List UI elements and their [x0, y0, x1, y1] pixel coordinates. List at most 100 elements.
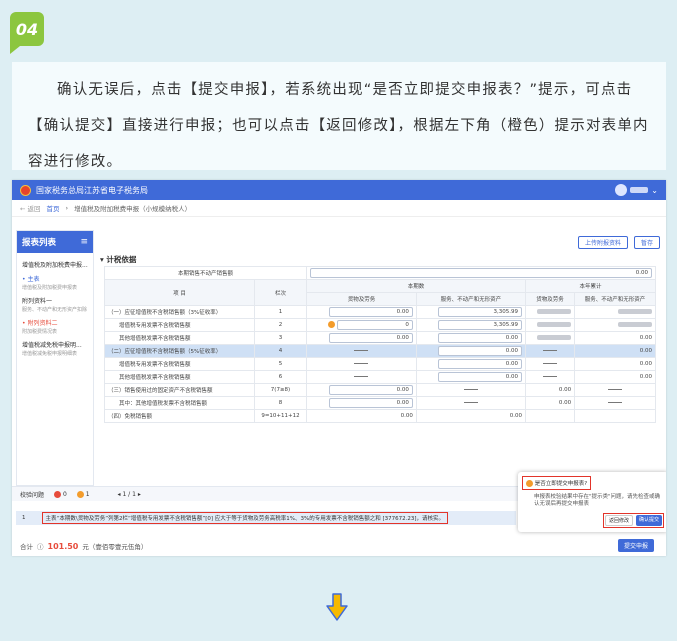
- table-cell: [574, 318, 656, 332]
- table-cell: 0: [306, 318, 417, 332]
- table-cell: （三）销售使用过的固定资产不含税销售额: [104, 383, 255, 397]
- table-cell: 8: [254, 396, 307, 410]
- services-input[interactable]: 0.00: [437, 333, 522, 343]
- table-cell: 3,305.99: [415, 318, 526, 332]
- redacted-value: [537, 321, 572, 327]
- step-badge: 04: [10, 12, 44, 54]
- down-arrow-icon: [326, 593, 348, 621]
- pager[interactable]: ◂ 1 / 1 ▸: [118, 491, 141, 498]
- table-cell[interactable]: 0.00: [306, 266, 656, 280]
- sidebar-item-exemption[interactable]: 增值税减免税申报明... 增值税减免税申报明细表: [17, 339, 93, 361]
- avatar: [615, 184, 628, 196]
- table-cell: [524, 357, 576, 371]
- chevron-down-icon: ⌄: [651, 185, 658, 195]
- table-row: （二）应征增值税不含税销售额（5%征收率） 4 0.00 0.00: [104, 344, 656, 358]
- table-cell: [306, 344, 417, 358]
- row-index: 1: [22, 515, 26, 521]
- table-cell: 本期销售不动产销售额: [104, 266, 307, 280]
- table-cell: 0.00: [415, 370, 526, 384]
- tax-basis-table: 本期销售不动产销售额 0.00 项 目 栏次 本期数 本年累计 货物及劳务 服务…: [104, 266, 657, 423]
- table-cell: 3,305.99: [415, 305, 526, 319]
- table-cell: 0.00: [415, 409, 526, 423]
- sidebar-item-appendix2[interactable]: • 附列资料二 附加税费情况表: [17, 317, 93, 339]
- services-input[interactable]: 0.00: [437, 372, 522, 382]
- table-cell: [574, 396, 656, 410]
- total-unit: 元（壹佰零壹元伍角）: [82, 543, 148, 551]
- total-bar: 合计 ⓘ 101.50 元（壹佰零壹元伍角）: [20, 541, 148, 552]
- table-row: 增值税专用发票不含税销售额 2 0 3,305.99: [104, 318, 656, 332]
- save-draft-button[interactable]: 暂存: [633, 236, 660, 249]
- breadcrumb: ← 返回 首页 › 增值税及附加税费申报（小规模纳税人）: [12, 200, 666, 217]
- sidebar: 报表列表 ≡ 增值税及附加税费申报... • 主表 增值税及附加税费申报表 附列…: [16, 230, 94, 486]
- breadcrumb-separator: ›: [65, 204, 69, 212]
- validation-label: 校验问题: [20, 491, 45, 499]
- confirm-submit-button[interactable]: 确认提交: [635, 515, 662, 526]
- table-cell: 0.00: [306, 409, 417, 423]
- breadcrumb-home[interactable]: 首页: [47, 203, 60, 213]
- info-icon: ⓘ: [37, 543, 44, 551]
- table-row: 其中：其他增值税发票不含税销售额 8 0.00 0.00: [104, 396, 656, 410]
- services-input[interactable]: 3,305.99: [437, 307, 522, 317]
- goods-input[interactable]: 0.00: [328, 307, 413, 317]
- confirm-submit-dialog: 是否立即提交申报表? 申报表校验结果中存在"提示类"问题，请先检查或确认无误后再…: [518, 472, 666, 532]
- validation-row[interactable]: 1 主表“本期数\货物及劳务”列第2栏“增值税专用发票不含税销售额”[0] 应大…: [16, 511, 516, 525]
- table-cell: 5: [254, 357, 307, 371]
- upload-attachments-button[interactable]: 上传附报资料: [577, 236, 628, 249]
- header-ytd: 本年累计: [524, 279, 657, 293]
- submit-return-button[interactable]: 提交申报: [617, 539, 654, 552]
- table-cell: （一）应征增值税不含税销售额（3%征收率）: [104, 305, 255, 319]
- sidebar-item-main[interactable]: • 主表 增值税及附加税费申报表: [17, 273, 93, 295]
- warning-icon: [328, 321, 336, 328]
- user-menu[interactable]: ⌄: [615, 184, 658, 196]
- table-row: （一）应征增值税不含税销售额（3%征收率） 1 0.00 3,305.99: [104, 305, 656, 319]
- table-row: 其他增值税发票不含税销售额 3 0.00 0.00 0.00: [104, 331, 656, 345]
- table-cell: 其他增值税发票不含税销售额: [104, 331, 255, 345]
- table-cell: [524, 370, 576, 384]
- table-cell: 4: [254, 344, 307, 358]
- header-current: 本期数: [306, 279, 526, 293]
- table-cell: 0.00: [415, 357, 526, 371]
- error-count[interactable]: 0: [54, 490, 67, 498]
- table-row: 增值税专用发票不含税销售额 5 0.00 0.00: [104, 357, 656, 371]
- services-input[interactable]: 3,305.99: [437, 320, 522, 330]
- table-cell: 增值税专用发票不含税销售额: [104, 318, 255, 332]
- dialog-body: 申报表校验结果中存在"提示类"问题，请先检查或确认无误后再提交申报表: [534, 494, 661, 507]
- table-cell: 0.00: [306, 331, 417, 345]
- sidebar-item-group[interactable]: 增值税及附加税费申报...: [17, 259, 93, 273]
- table-cell: [306, 370, 417, 384]
- table-cell: [574, 409, 656, 423]
- table-cell: 0.00: [574, 331, 656, 345]
- real-estate-sales-input[interactable]: 0.00: [310, 268, 652, 278]
- table-cell: [524, 305, 576, 319]
- back-to-edit-button[interactable]: 返回修改: [604, 515, 633, 526]
- special-invoice-goods-input[interactable]: 0: [336, 320, 413, 330]
- services-input[interactable]: 0.00: [437, 359, 522, 369]
- main-form: 上传附报资料 暂存 ▾ 计税依据 本期销售不动产销售额 0.00 项 目 栏次 …: [100, 230, 660, 486]
- services-input[interactable]: 0.00: [437, 346, 522, 356]
- table-row: （四）免税销售额 9=10+11+12 0.00 0.00: [104, 409, 656, 423]
- table-cell: 0.00: [524, 396, 576, 410]
- table-cell: [524, 344, 576, 358]
- dialog-buttons: 返回修改 确认提交: [602, 513, 664, 528]
- table-cell: 0.00: [524, 383, 576, 397]
- table-cell: [574, 383, 656, 397]
- goods-input[interactable]: 0.00: [328, 398, 413, 408]
- goods-input[interactable]: 0.00: [328, 385, 413, 395]
- warning-icon: [526, 480, 533, 487]
- total-value: 101.50: [47, 541, 79, 551]
- instruction-text: 确认无误后，点击【提交申报】，若系统出现“是否立即提交申报表？”提示，可点击【确…: [12, 62, 666, 170]
- table-cell: 2: [254, 318, 307, 332]
- table-cell: 3: [254, 331, 307, 345]
- error-icon: [54, 490, 62, 498]
- back-link[interactable]: ← 返回: [20, 203, 41, 213]
- table-cell: [524, 331, 576, 345]
- sidebar-item-appendix1[interactable]: 附列资料一 服务、不动产和无形资产扣除: [17, 295, 93, 317]
- warning-count[interactable]: 1: [76, 490, 90, 498]
- sidebar-header: 报表列表 ≡: [17, 231, 93, 253]
- redacted-value: [537, 334, 572, 340]
- menu-icon[interactable]: ≡: [80, 237, 88, 247]
- app-title: 国家税务总局江苏省电子税务局: [36, 185, 148, 195]
- table-cell: [524, 318, 576, 332]
- warning-icon: [76, 490, 84, 498]
- goods-input[interactable]: 0.00: [328, 333, 413, 343]
